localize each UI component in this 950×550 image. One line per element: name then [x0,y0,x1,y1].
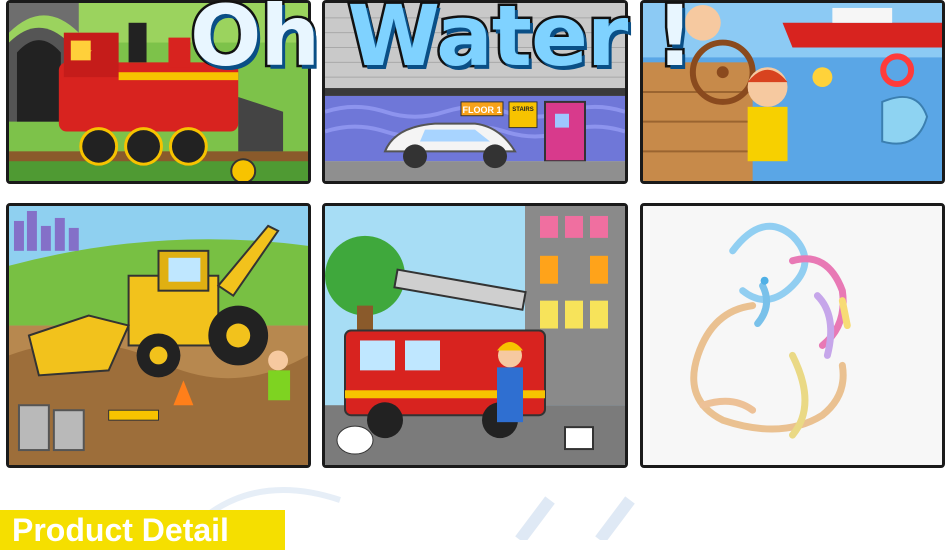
banner-label: Product Detail [12,512,229,548]
water-drawn-duck-illustration [643,206,942,465]
stairs-sign: STAIRS [512,107,534,113]
fire-truck-illustration [325,206,625,465]
product-detail-banner: Product Detail [0,510,285,550]
tile-firefighter-scene [322,203,628,468]
headline-title: Oh Water ! [187,0,696,88]
headline-word-oh: Oh [187,0,348,88]
backhoe-illustration [9,206,308,465]
tile-water-drawing [640,203,945,468]
tile-construction-scene [6,203,311,468]
floor-sign: FLOOR 1 [463,105,502,115]
svg-text:★: ★ [79,42,93,61]
headline-exclamation: ! [653,0,696,88]
headline-word-water: Water [345,0,631,88]
